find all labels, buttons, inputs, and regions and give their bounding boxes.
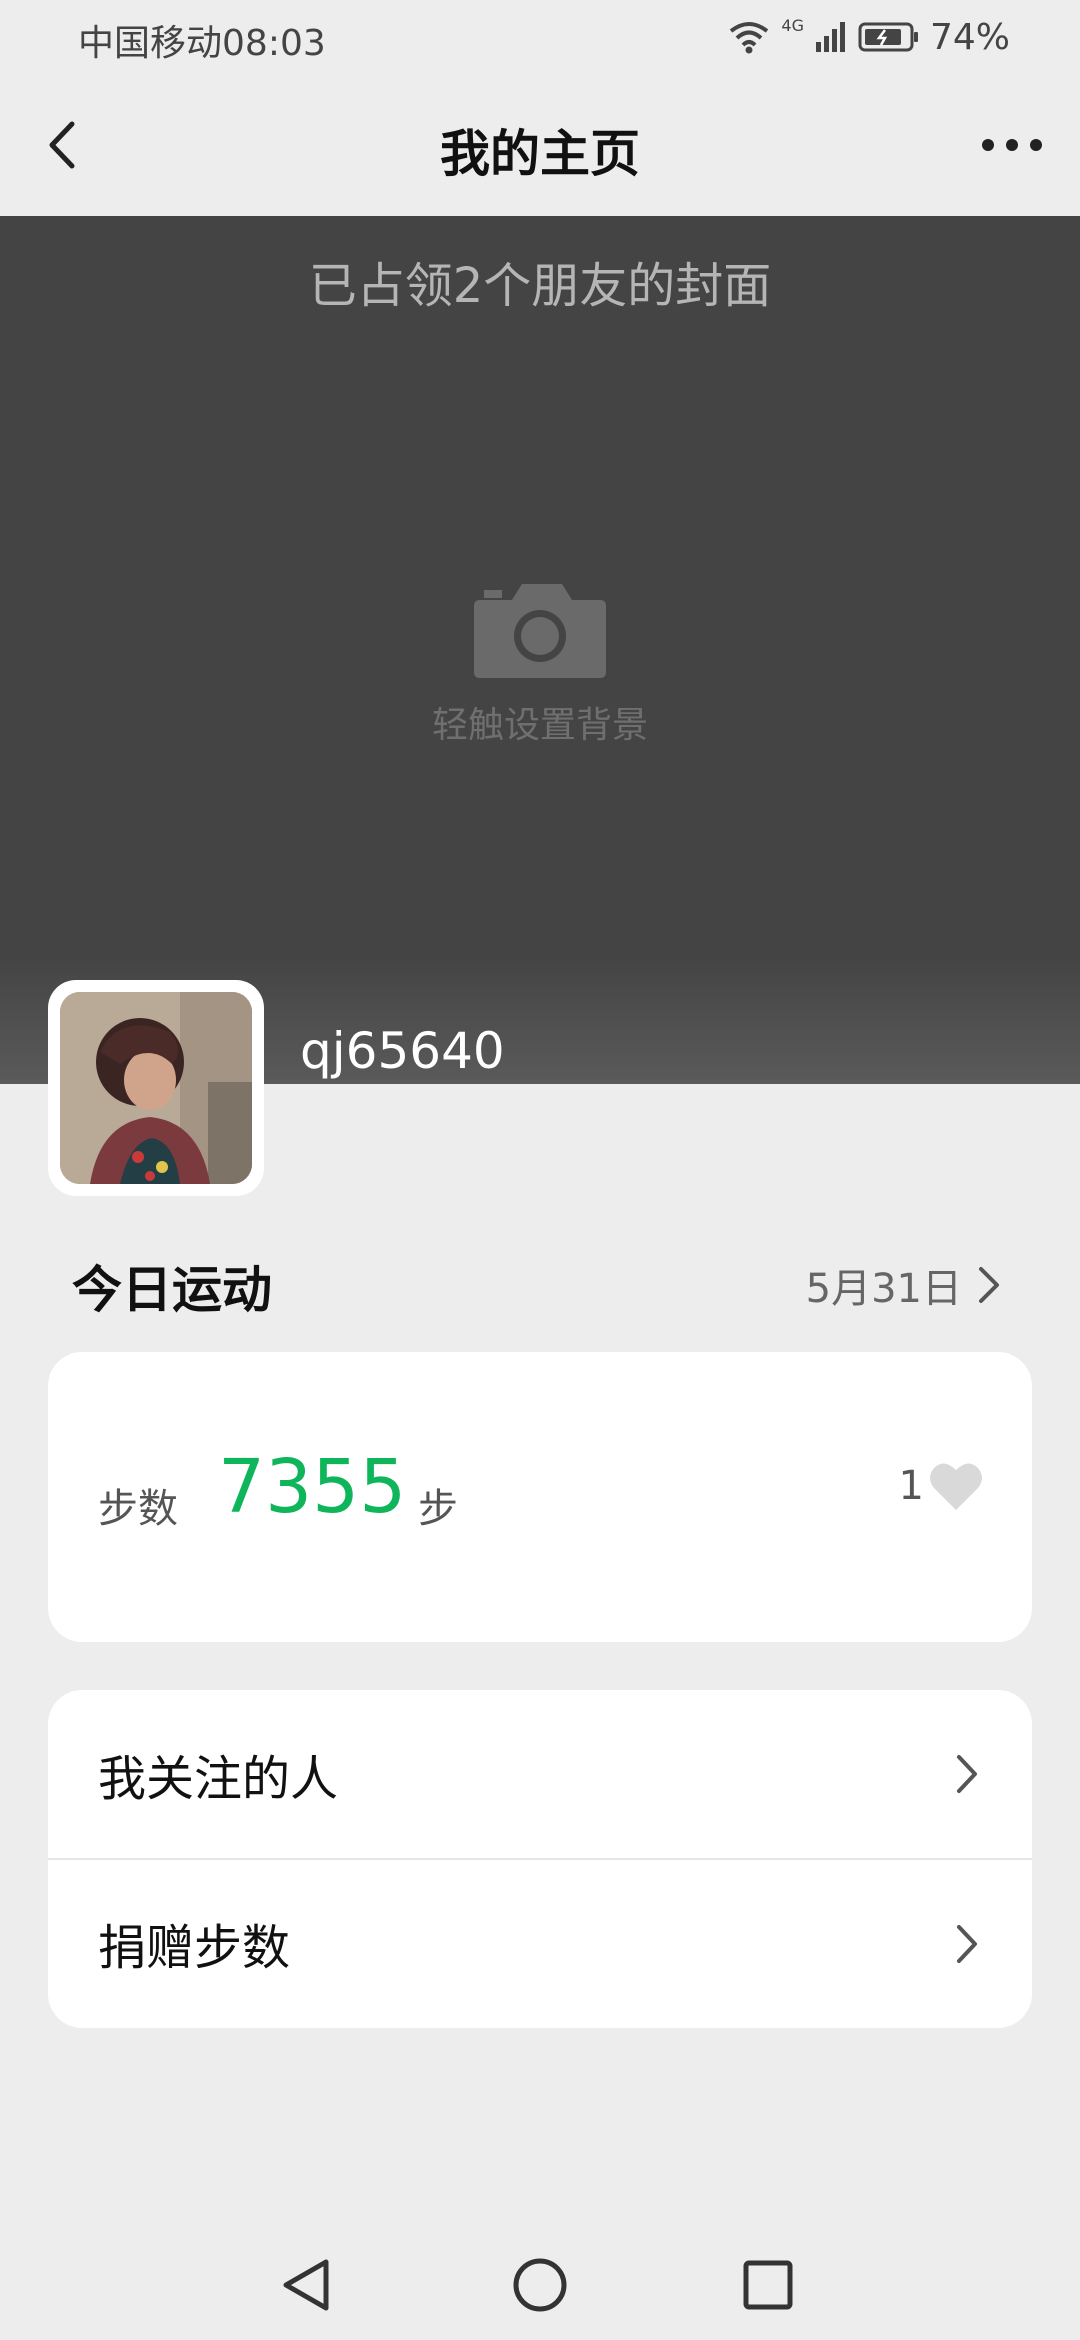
nav-recents-button[interactable] xyxy=(733,2250,803,2320)
steps-unit: 步 xyxy=(418,1486,458,1532)
chevron-right-icon xyxy=(957,1755,977,1793)
status-bar: 中国移动08:03 4G 74% xyxy=(0,0,1080,76)
triangle-back-icon xyxy=(283,2259,329,2311)
menu-item-donate-steps[interactable]: 捐赠步数 xyxy=(48,1858,1032,2026)
system-navigation-bar xyxy=(0,2230,1080,2340)
carrier-name: 中国移动 xyxy=(78,23,223,64)
status-time: 08:03 xyxy=(222,23,326,64)
nav-home-button[interactable] xyxy=(505,2250,575,2320)
cover-title: 已占领2个朋友的封面 xyxy=(308,258,772,314)
camera-icon xyxy=(474,584,606,678)
chevron-right-icon xyxy=(979,1267,999,1303)
menu-item-label: 捐赠步数 xyxy=(98,1920,291,1976)
header-bar: 我的主页 xyxy=(0,76,1080,216)
more-dots-icon xyxy=(982,139,1042,151)
avatar[interactable] xyxy=(48,980,264,1196)
nav-back-button[interactable] xyxy=(272,2250,342,2320)
battery-percent: 74% xyxy=(929,16,1010,58)
avatar-photo xyxy=(60,992,252,1184)
menu-item-label: 我关注的人 xyxy=(98,1751,339,1807)
chevron-right-icon xyxy=(957,1925,977,1963)
status-icons: 4G 74% xyxy=(727,12,1010,62)
more-button[interactable] xyxy=(972,110,1052,180)
date-selector[interactable]: 5月31日 xyxy=(806,1256,1002,1314)
steps-value: 7355 xyxy=(218,1444,407,1530)
heart-icon xyxy=(930,1463,982,1510)
battery-icon xyxy=(858,22,918,52)
square-recents-icon xyxy=(743,2260,793,2310)
menu-item-following[interactable]: 我关注的人 xyxy=(48,1690,1032,1858)
like-button[interactable]: 1 xyxy=(899,1460,984,1512)
network-type: 4G xyxy=(781,16,804,35)
page-title: 我的主页 xyxy=(440,125,640,183)
steps-label: 步数 xyxy=(98,1486,178,1532)
signal-icon xyxy=(815,22,845,52)
set-background-hint: 轻触设置背景 xyxy=(431,705,648,746)
date-label: 5月31日 xyxy=(805,1266,962,1312)
carrier-time: 中国移动08:03 xyxy=(78,14,326,66)
username: qj65640 xyxy=(300,1022,505,1080)
like-count: 1 xyxy=(898,1463,924,1509)
circle-home-icon xyxy=(513,2258,567,2312)
cover-background[interactable]: 已占领2个朋友的封面 轻触设置背景 qj65640 xyxy=(0,216,1080,1084)
today-exercise-title: 今日运动 xyxy=(72,1261,272,1319)
menu-card: 我关注的人 捐赠步数 xyxy=(48,1690,1032,2028)
steps-card[interactable]: 步数 7355 步 1 xyxy=(48,1352,1032,1642)
wifi-icon xyxy=(730,22,769,54)
